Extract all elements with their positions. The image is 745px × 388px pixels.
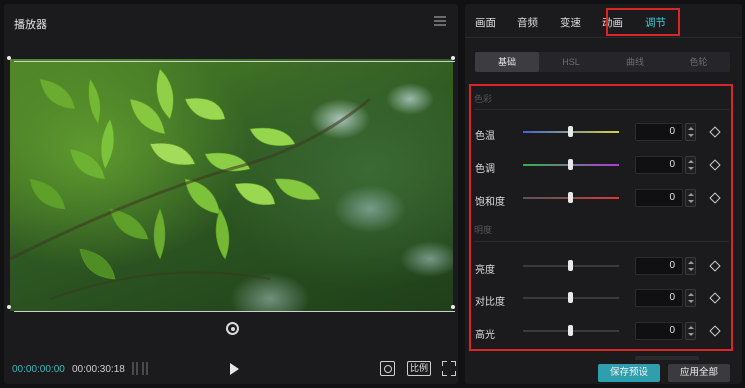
tint-input[interactable]: 0 bbox=[635, 156, 683, 174]
label-contrast: 对比度 bbox=[475, 297, 505, 308]
saturation-slider-thumb[interactable] bbox=[568, 192, 573, 203]
tab-highlight-box bbox=[606, 8, 680, 36]
crop-handle[interactable] bbox=[451, 56, 455, 60]
leaves-image bbox=[10, 68, 371, 300]
saturation-input[interactable]: 0 bbox=[635, 189, 683, 207]
ratio-button[interactable]: 比例 bbox=[407, 361, 432, 376]
save-preset-button[interactable]: 保存预设 bbox=[598, 364, 660, 382]
highlights-slider-thumb[interactable] bbox=[568, 325, 573, 336]
contrast-input[interactable]: 0 bbox=[635, 289, 683, 307]
play-icon[interactable] bbox=[230, 363, 239, 375]
divider bbox=[474, 109, 729, 110]
tab-picture[interactable]: 画面 bbox=[475, 15, 496, 30]
tint-slider-thumb[interactable] bbox=[568, 159, 573, 170]
tab-bar: 画面 音频 变速 动画 调节 bbox=[465, 4, 742, 38]
total-time: 00:00:30:18 bbox=[72, 364, 125, 375]
brightness-input[interactable]: 0 bbox=[635, 257, 683, 275]
tint-stepper[interactable] bbox=[685, 156, 696, 174]
temperature-input[interactable]: 0 bbox=[635, 123, 683, 141]
subtab-hsl[interactable]: HSL bbox=[539, 52, 603, 72]
brightness-stepper[interactable] bbox=[685, 257, 696, 275]
crop-handle[interactable] bbox=[7, 305, 11, 309]
subtab-curve[interactable]: 曲线 bbox=[603, 52, 667, 72]
tab-speed[interactable]: 变速 bbox=[560, 15, 581, 30]
adjust-panel: 画面 音频 变速 动画 调节 基础 HSL 曲线 色轮 色彩 色温 0 色调 0… bbox=[465, 4, 742, 384]
section-label-lightness: 明度 bbox=[474, 225, 493, 235]
player-panel: 播放器 00:00:00:00 00:00:30:18 比例 bbox=[4, 4, 458, 384]
crop-edge-top bbox=[14, 61, 455, 62]
rotate-icon[interactable] bbox=[226, 322, 239, 335]
subtab-bar: 基础 HSL 曲线 色轮 bbox=[475, 52, 730, 72]
focus-icon[interactable] bbox=[380, 361, 395, 376]
current-time: 00:00:00:00 bbox=[12, 364, 65, 375]
subtab-basic[interactable]: 基础 bbox=[475, 52, 539, 72]
label-saturation: 饱和度 bbox=[475, 197, 505, 208]
contrast-stepper[interactable] bbox=[685, 289, 696, 307]
label-tint: 色调 bbox=[475, 164, 495, 175]
brightness-slider-thumb[interactable] bbox=[568, 260, 573, 271]
scroll-overflow-hint bbox=[635, 356, 699, 360]
label-highlights: 高光 bbox=[475, 330, 495, 341]
crop-handle[interactable] bbox=[7, 56, 11, 60]
saturation-stepper[interactable] bbox=[685, 189, 696, 207]
video-preview[interactable] bbox=[10, 59, 453, 311]
temperature-slider-thumb[interactable] bbox=[568, 126, 573, 137]
apply-all-button[interactable]: 应用全部 bbox=[668, 364, 730, 382]
crop-edge-bottom bbox=[14, 311, 455, 312]
section-label-color: 色彩 bbox=[474, 94, 493, 104]
highlights-input[interactable]: 0 bbox=[635, 322, 683, 340]
timecode-format-icon[interactable] bbox=[132, 362, 150, 375]
fullscreen-icon[interactable] bbox=[442, 361, 456, 376]
divider bbox=[474, 241, 729, 242]
crop-handle[interactable] bbox=[451, 305, 455, 309]
tab-audio[interactable]: 音频 bbox=[517, 15, 538, 30]
contrast-slider-thumb[interactable] bbox=[568, 292, 573, 303]
label-brightness: 亮度 bbox=[475, 265, 495, 276]
label-temperature: 色温 bbox=[475, 131, 495, 142]
menu-icon[interactable] bbox=[434, 16, 446, 26]
subtab-color-wheel[interactable]: 色轮 bbox=[667, 52, 730, 72]
temperature-stepper[interactable] bbox=[685, 123, 696, 141]
highlights-stepper[interactable] bbox=[685, 322, 696, 340]
player-title: 播放器 bbox=[14, 19, 47, 31]
